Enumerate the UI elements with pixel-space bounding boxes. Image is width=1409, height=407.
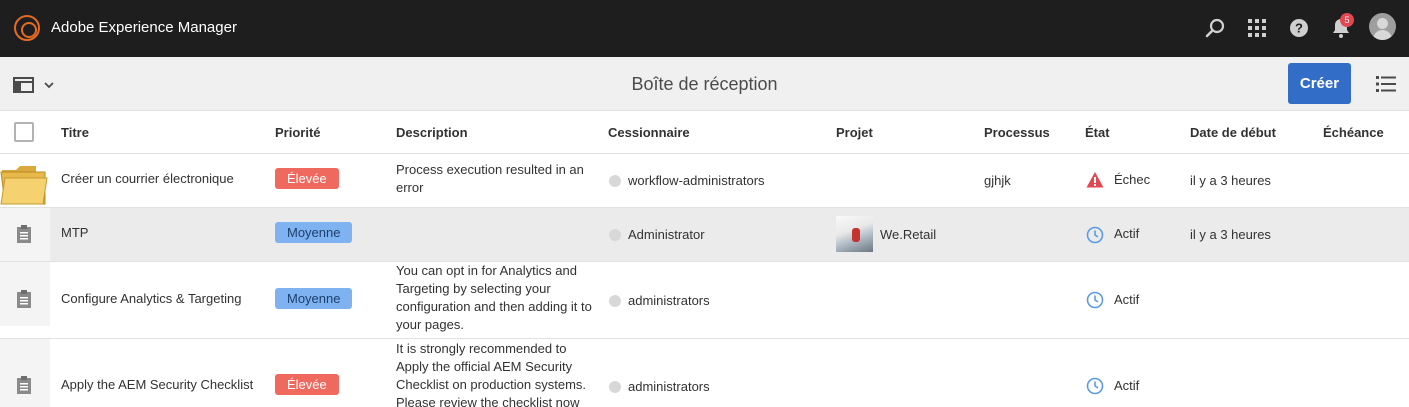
task-icon — [16, 375, 32, 395]
select-all-checkbox[interactable] — [14, 122, 34, 142]
priority-badge: Élevée — [275, 168, 339, 189]
app-title[interactable]: Adobe Experience Manager — [51, 19, 237, 36]
folder-icon — [0, 156, 50, 206]
create-button[interactable]: Créer — [1288, 63, 1351, 104]
table-row[interactable]: Apply the AEM Security Checklist Élevée … — [0, 339, 1409, 407]
clock-icon — [1086, 291, 1104, 309]
search-icon[interactable] — [1204, 16, 1228, 40]
page-title: Boîte de réception — [631, 74, 778, 94]
priority-badge: Moyenne — [275, 288, 353, 309]
row-state: Actif — [1114, 226, 1140, 241]
row-project[interactable]: We.Retail — [880, 227, 936, 242]
action-bar: Boîte de réception Créer — [0, 57, 1409, 111]
row-title[interactable]: Créer un courrier électronique — [61, 171, 234, 186]
svg-text:?: ? — [1295, 21, 1303, 36]
row-assignee: administrators — [628, 379, 710, 394]
priority-badge: Moyenne — [275, 222, 353, 243]
row-start-date: il y a 3 heures — [1190, 173, 1271, 188]
user-avatar-dot — [609, 175, 621, 187]
task-icon — [16, 289, 32, 309]
row-assignee: administrators — [628, 293, 710, 308]
clock-icon — [1086, 226, 1104, 244]
project-thumbnail — [836, 216, 873, 252]
column-header-project[interactable]: Projet — [836, 125, 873, 140]
priority-badge: Élevée — [275, 374, 339, 395]
notification-badge: 5 — [1340, 13, 1354, 27]
avatar[interactable] — [1369, 13, 1396, 40]
row-title[interactable]: MTP — [61, 225, 88, 240]
user-avatar-dot — [609, 295, 621, 307]
row-state: Échec — [1114, 172, 1151, 187]
row-workflow: gjhjk — [984, 173, 1011, 188]
column-header-state[interactable]: État — [1085, 125, 1110, 140]
row-thumbnail — [0, 339, 50, 407]
clock-icon — [1086, 377, 1104, 395]
table-row[interactable]: Configure Analytics & Targeting Moyenne … — [0, 262, 1409, 339]
row-assignee: workflow-administrators — [628, 173, 765, 188]
row-description: You can opt in for Analytics and Targeti… — [396, 263, 592, 332]
help-icon[interactable]: ? — [1287, 16, 1311, 40]
row-start-date: il y a 3 heures — [1190, 227, 1271, 242]
row-assignee: Administrator — [628, 227, 705, 242]
column-header-assignee[interactable]: Cessionnaire — [608, 125, 690, 140]
top-bar: Adobe Experience Manager ? 5 — [0, 0, 1409, 57]
column-header-workflow[interactable]: Processus — [984, 125, 1050, 140]
table-row[interactable]: Créer un courrier électronique Élevée Pr… — [0, 154, 1409, 208]
row-title[interactable]: Apply the AEM Security Checklist — [61, 377, 253, 392]
task-icon — [16, 224, 32, 244]
user-avatar-dot — [609, 381, 621, 393]
column-header-due-date[interactable]: Échéance — [1323, 125, 1384, 140]
column-header-priority[interactable]: Priorité — [275, 125, 321, 140]
table-row[interactable]: MTP Moyenne Administrator We.Retail Acti… — [0, 208, 1409, 262]
list-view-icon[interactable] — [1376, 75, 1396, 93]
column-header-start-date[interactable]: Date de début — [1190, 125, 1276, 140]
aem-logo-icon[interactable] — [14, 15, 40, 41]
table-header: Titre Priorité Description Cessionnaire … — [0, 111, 1409, 154]
row-state: Actif — [1114, 292, 1140, 307]
row-title[interactable]: Configure Analytics & Targeting — [61, 291, 241, 306]
row-state: Actif — [1114, 378, 1140, 393]
row-description: Process execution resulted in an error — [396, 162, 584, 195]
column-header-title[interactable]: Titre — [61, 125, 89, 140]
apps-icon[interactable] — [1245, 16, 1269, 40]
column-header-description[interactable]: Description — [396, 125, 468, 140]
row-description: It is strongly recommended to Apply the … — [396, 341, 587, 407]
user-avatar-dot — [609, 229, 621, 241]
alert-icon — [1086, 171, 1104, 189]
